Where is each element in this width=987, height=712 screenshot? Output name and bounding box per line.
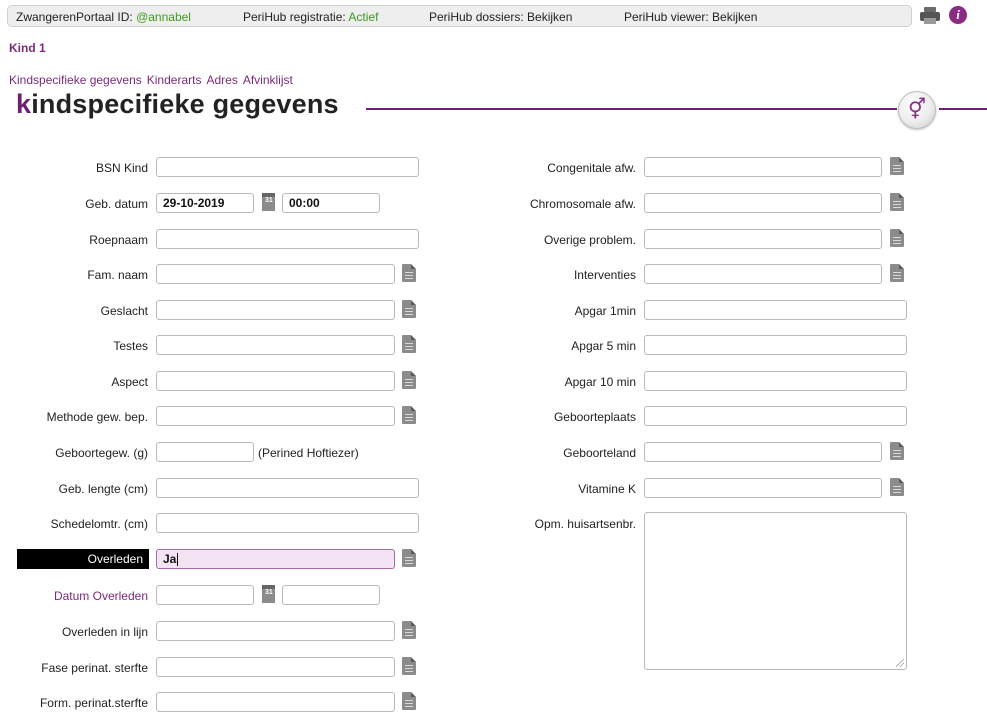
note-icon[interactable]	[402, 335, 416, 353]
apgar1-label: Apgar 1min	[574, 304, 636, 318]
note-icon[interactable]	[890, 157, 904, 175]
overleden-select[interactable]: Ja	[156, 549, 395, 569]
aspect-select[interactable]	[156, 371, 395, 391]
overige-select[interactable]	[644, 229, 882, 249]
fase-label: Fase perinat. sterfte	[41, 661, 148, 675]
lengte-input[interactable]	[156, 478, 419, 498]
overleden-label: Overleden	[17, 549, 149, 569]
page-title: kindspecifieke gegevens	[16, 89, 339, 119]
schedel-input[interactable]	[156, 513, 419, 533]
geboorteland-select[interactable]	[644, 442, 882, 462]
registratie-value: Actief	[348, 10, 379, 24]
note-icon[interactable]	[890, 264, 904, 282]
note-icon[interactable]	[890, 442, 904, 460]
tab-adres[interactable]: Adres	[206, 73, 237, 87]
schedel-label: Schedelomtr. (cm)	[50, 517, 148, 531]
overleden-lijn-select[interactable]	[156, 621, 395, 641]
congenitale-select[interactable]	[644, 157, 882, 177]
tab-kinderarts[interactable]: Kinderarts	[147, 73, 202, 87]
opm-textarea[interactable]	[644, 512, 907, 670]
note-icon[interactable]	[402, 549, 416, 567]
fase-select[interactable]	[156, 657, 395, 677]
note-icon[interactable]	[890, 478, 904, 496]
lengte-label: Geb. lengte (cm)	[58, 482, 148, 496]
printer-icon[interactable]	[920, 7, 940, 25]
geboortegew-note: (Perined Hoftiezer)	[258, 446, 359, 460]
geboorteplaats-label: Geboorteplaats	[553, 410, 636, 424]
note-icon[interactable]	[402, 406, 416, 424]
registratie-status: PeriHub registratie: Actief	[243, 10, 378, 24]
tab-afvinklijst[interactable]: Afvinklijst	[243, 73, 293, 87]
apgar10-label: Apgar 10 min	[564, 375, 636, 389]
overige-label: Overige problem.	[543, 233, 636, 247]
overleden-lijn-label: Overleden in lijn	[61, 625, 148, 639]
calendar-icon[interactable]: 31	[262, 585, 275, 603]
form-label: Form. perinat.sterfte	[39, 696, 148, 710]
form-select[interactable]	[156, 692, 395, 712]
vitamine-k-label: Vitamine K	[578, 482, 636, 496]
note-icon[interactable]	[402, 300, 416, 318]
dossiers-link[interactable]: PeriHub dossiers: Bekijken	[429, 10, 572, 24]
note-icon[interactable]	[890, 193, 904, 211]
registratie-label: PeriHub registratie:	[243, 10, 346, 24]
section-tabs: Kindspecifieke gegevens Kinderarts Adres Af…	[9, 73, 298, 87]
methode-select[interactable]	[156, 406, 395, 426]
geboorteplaats-input[interactable]	[644, 406, 907, 426]
geboortegew-input[interactable]	[156, 442, 254, 462]
text-caret	[177, 553, 179, 567]
note-icon[interactable]	[890, 229, 904, 247]
portal-user[interactable]: @annabel	[136, 10, 191, 24]
opm-label: Opm. huisartsenbr.	[534, 517, 636, 531]
title-divider-end	[939, 108, 987, 110]
geboortegew-label: Geboortegew. (g)	[55, 446, 148, 460]
roepnaam-input[interactable]	[156, 229, 419, 249]
fam-naam-label: Fam. naam	[87, 268, 148, 282]
status-bar: ZwangerenPortaal ID: @annabel PeriHub re…	[7, 5, 912, 27]
vitamine-k-select[interactable]	[644, 478, 882, 498]
viewer-link[interactable]: PeriHub viewer: Bekijken	[624, 10, 757, 24]
datum-overleden-input[interactable]	[156, 585, 254, 605]
note-icon[interactable]	[402, 657, 416, 675]
portal-id-label: ZwangerenPortaal ID:	[16, 10, 133, 24]
fam-naam-input[interactable]	[156, 264, 395, 284]
testes-select[interactable]	[156, 335, 395, 355]
calendar-icon[interactable]: 31	[262, 193, 275, 211]
note-icon[interactable]	[402, 692, 416, 710]
geb-datum-label: Geb. datum	[85, 197, 148, 211]
resize-handle[interactable]	[896, 659, 904, 667]
roepnaam-label: Roepnaam	[89, 233, 148, 247]
apgar5-label: Apgar 5 min	[571, 339, 636, 353]
chromosomale-select[interactable]	[644, 193, 882, 213]
bsn-input[interactable]	[156, 157, 419, 177]
info-icon[interactable]: i	[949, 6, 967, 24]
gender-icon[interactable]: ⚥	[898, 91, 936, 129]
apgar1-input[interactable]	[644, 300, 907, 320]
testes-label: Testes	[113, 339, 148, 353]
note-icon[interactable]	[402, 621, 416, 639]
geboorteland-label: Geboorteland	[563, 446, 636, 460]
title-divider	[366, 108, 897, 110]
child-label: Kind 1	[9, 41, 46, 55]
apgar10-input[interactable]	[644, 371, 907, 391]
tab-kindspecifieke-gegevens[interactable]: Kindspecifieke gegevens	[9, 73, 142, 87]
apgar5-input[interactable]	[644, 335, 907, 355]
interventies-select[interactable]	[644, 264, 882, 284]
portal-id: ZwangerenPortaal ID: @annabel	[16, 10, 191, 24]
interventies-label: Interventies	[573, 268, 636, 282]
tijd-overleden-input[interactable]	[282, 585, 380, 605]
geslacht-label: Geslacht	[100, 304, 148, 318]
datum-overleden-label: Datum Overleden	[53, 589, 148, 603]
methode-label: Methode gew. bep.	[46, 410, 148, 424]
aspect-label: Aspect	[111, 375, 148, 389]
chromosomale-label: Chromosomale afw.	[529, 197, 636, 211]
note-icon[interactable]	[402, 371, 416, 389]
note-icon[interactable]	[402, 264, 416, 282]
geslacht-select[interactable]	[156, 300, 395, 320]
bsn-label: BSN Kind	[95, 161, 148, 175]
geb-datum-input[interactable]: 29-10-2019	[156, 193, 254, 213]
geb-tijd-input[interactable]: 00:00	[282, 193, 380, 213]
congenitale-label: Congenitale afw.	[547, 161, 636, 175]
